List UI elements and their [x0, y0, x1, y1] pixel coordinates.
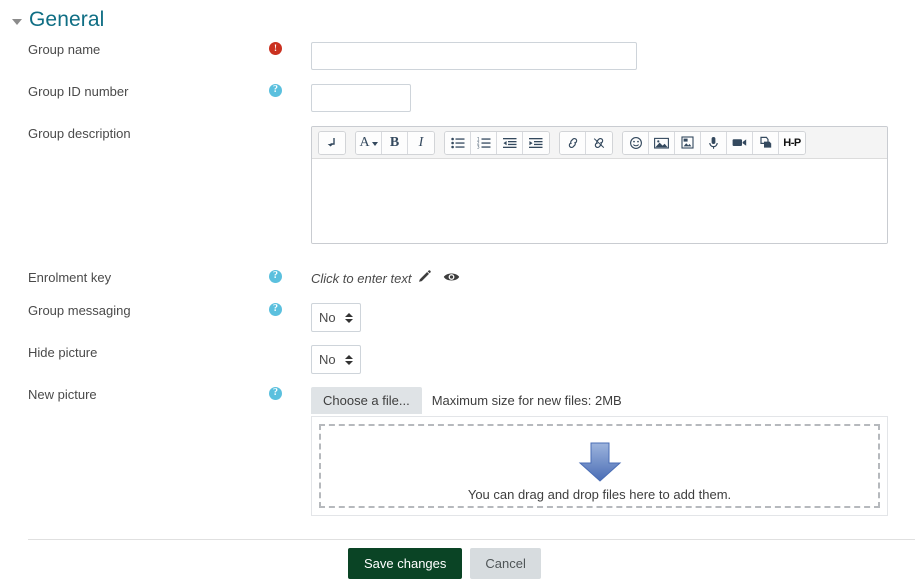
chevron-updown-icon	[345, 354, 353, 365]
help-icon	[269, 387, 282, 400]
group-id-number-input[interactable]	[311, 84, 411, 112]
label-group-messaging: Group messaging	[28, 303, 131, 318]
toolbar-group-media: H-P	[622, 130, 806, 155]
pencil-icon[interactable]	[418, 270, 432, 286]
hide-picture-select[interactable]: No	[311, 345, 361, 374]
cancel-button[interactable]: Cancel	[470, 548, 541, 579]
section-header-general[interactable]: General	[12, 8, 104, 32]
h5p-label: H-P	[783, 136, 801, 149]
chevron-updown-icon	[345, 312, 353, 323]
field-group-id-number	[311, 84, 915, 112]
label-group-name: Group name	[28, 42, 101, 57]
toolbar-group-format: A B I	[355, 130, 435, 155]
form-row-enrolment-key: Enrolment key Click to enter text	[0, 270, 915, 286]
toolbar-group-expand	[318, 130, 346, 155]
file-dropzone[interactable]: You can drag and drop files here to add …	[319, 424, 880, 508]
unlink-icon[interactable]	[586, 131, 612, 154]
bold-icon[interactable]: B	[382, 131, 408, 154]
form-row-group-name: Group name	[0, 42, 915, 70]
caret-down-icon[interactable]	[12, 18, 22, 25]
svg-text:3: 3	[477, 144, 480, 148]
field-group-name	[311, 42, 915, 70]
dropzone-hint-text: You can drag and drop files here to add …	[467, 487, 732, 502]
bullet-list-icon[interactable]	[445, 131, 471, 154]
group-messaging-select[interactable]: No	[311, 303, 361, 332]
italic-icon[interactable]: I	[408, 131, 434, 154]
expand-toolbar-icon[interactable]	[319, 131, 345, 154]
record-video-icon[interactable]	[727, 131, 753, 154]
toolbar-group-links	[559, 130, 613, 155]
label-enrolment-key: Enrolment key	[28, 270, 112, 285]
field-hide-picture: No	[311, 345, 915, 374]
label-hide-picture: Hide picture	[28, 345, 98, 360]
record-audio-icon[interactable]	[701, 131, 727, 154]
help-new-picture[interactable]	[265, 387, 311, 400]
help-icon	[269, 270, 282, 283]
field-new-picture: Choose a file... Maximum size for new fi…	[311, 387, 915, 516]
group-name-input[interactable]	[311, 42, 637, 70]
numbered-list-icon[interactable]: 1 2 3	[471, 131, 497, 154]
rich-text-editor: A B I 1 2 3 H-P	[311, 126, 888, 244]
eye-icon[interactable]	[443, 271, 460, 286]
label-group-description: Group description	[28, 126, 131, 141]
help-group-id-number[interactable]	[265, 84, 311, 97]
file-manager-toolbar: Choose a file... Maximum size for new fi…	[311, 387, 888, 414]
field-group-description: A B I 1 2 3 H-P	[311, 126, 915, 244]
increase-indent-icon[interactable]	[523, 131, 549, 154]
form-row-hide-picture: Hide picture No	[0, 345, 915, 374]
group-description-textarea[interactable]	[312, 159, 887, 243]
insert-media-icon[interactable]	[753, 131, 779, 154]
down-arrow-icon	[578, 441, 622, 486]
toolbar-group-lists: 1 2 3	[444, 130, 550, 155]
form-row-new-picture: New picture Choose a file... Maximum siz…	[0, 387, 915, 516]
help-group-messaging[interactable]	[265, 303, 311, 316]
decrease-indent-icon[interactable]	[497, 131, 523, 154]
field-enrolment-key: Click to enter text	[311, 270, 915, 286]
required-indicator-group-name[interactable]	[265, 42, 311, 55]
file-manager: Choose a file... Maximum size for new fi…	[311, 387, 888, 516]
form-row-group-messaging: Group messaging No	[0, 303, 915, 332]
footer-actions: Save changes Cancel	[348, 548, 541, 579]
link-icon[interactable]	[560, 131, 586, 154]
hide-picture-value: No	[319, 352, 336, 367]
field-group-messaging: No	[311, 303, 915, 332]
form-row-group-description: Group description A B I 1 2 3 H-P	[0, 126, 915, 244]
help-enrolment-key[interactable]	[265, 270, 311, 283]
group-messaging-value: No	[319, 310, 336, 325]
required-icon	[269, 42, 282, 55]
editor-toolbar: A B I 1 2 3 H-P	[312, 127, 887, 159]
file-dropzone-container[interactable]: You can drag and drop files here to add …	[311, 416, 888, 516]
insert-image-icon[interactable]	[649, 131, 675, 154]
label-group-id-number: Group ID number	[28, 84, 129, 99]
page-title: General	[29, 8, 105, 31]
manage-files-icon[interactable]	[675, 131, 701, 154]
max-file-size-text: Maximum size for new files: 2MB	[431, 393, 622, 408]
enrolment-key-placeholder-text: Click to enter text	[311, 270, 412, 286]
help-icon	[269, 84, 282, 97]
help-icon	[269, 303, 282, 316]
label-new-picture: New picture	[28, 387, 97, 402]
save-changes-button[interactable]: Save changes	[348, 548, 463, 579]
h5p-icon[interactable]: H-P	[779, 131, 805, 154]
style-dropdown-icon[interactable]: A	[356, 131, 382, 154]
form-row-group-id-number: Group ID number	[0, 84, 915, 112]
choose-a-file-button[interactable]: Choose a file...	[311, 387, 422, 414]
emoticon-icon[interactable]	[623, 131, 649, 154]
footer-divider	[28, 539, 915, 540]
enrolment-key-inline-editor[interactable]: Click to enter text	[311, 270, 915, 286]
